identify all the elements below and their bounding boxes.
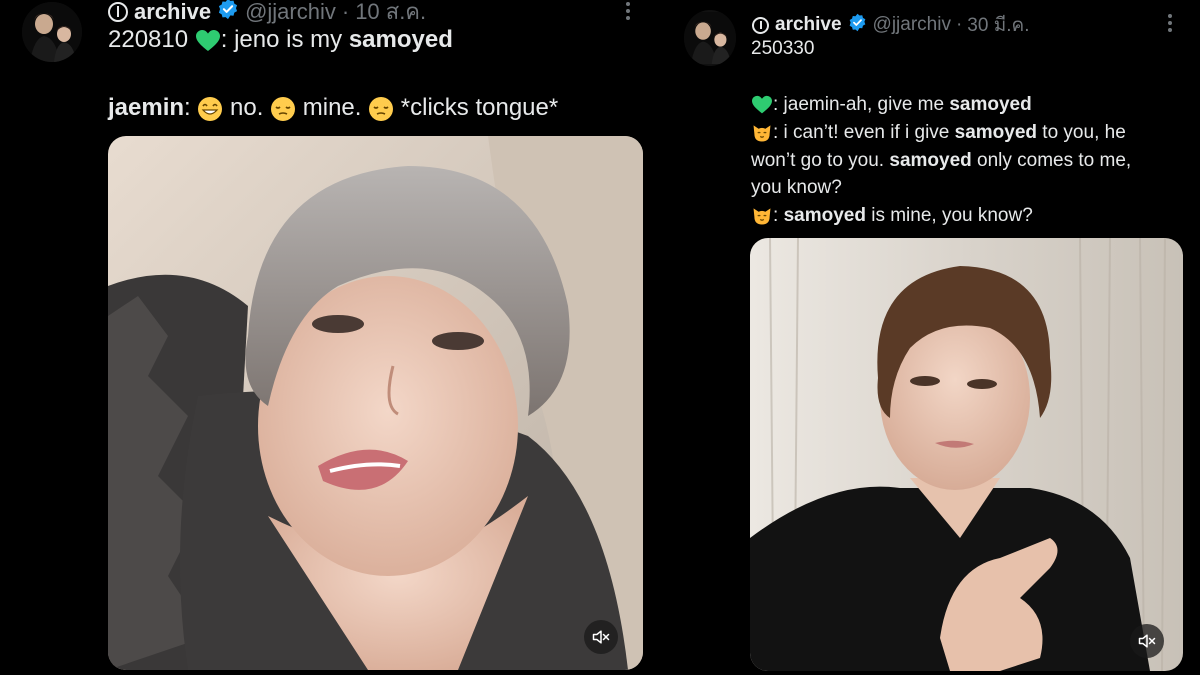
grinning-face-icon [197, 96, 223, 122]
post-text: is mine, you know? [865, 205, 1033, 227]
post-date[interactable]: 30 มี.ค. [967, 10, 1029, 40]
cat-face-icon [751, 122, 773, 144]
green-heart-icon [751, 95, 773, 115]
avatar[interactable] [684, 10, 736, 66]
post-text-bold: samoyed [889, 150, 972, 171]
post-text-bold: samoyed [783, 205, 866, 227]
post-header: archive @jjarchiv · 10 ส.ค. [108, 0, 426, 29]
post-right: archive @jjarchiv · 30 มี.ค. 250330 : ja… [680, 0, 1200, 675]
post-text-line: jaemin: no. mine. *clicks tongue* [108, 94, 558, 122]
muted-speaker-icon [1138, 634, 1156, 648]
post-text-bold: samoyed [949, 94, 1032, 115]
mute-button[interactable] [584, 620, 618, 654]
post-header: archive @jjarchiv · 30 มี.ค. [752, 10, 1030, 40]
video-frame [750, 238, 1183, 671]
relieved-face-icon [270, 96, 296, 122]
post-text-line: : samoyed is mine, you know? [751, 205, 1033, 227]
post-text: : [184, 94, 198, 121]
avatar-image [22, 2, 82, 62]
post-text-line: : i can’t! even if i give samoyed to you… [751, 122, 1126, 144]
post-text: won’t go to you. [751, 150, 890, 171]
post-text-line: won’t go to you. samoyed only comes to m… [751, 150, 1131, 172]
separator: · [955, 14, 963, 35]
post-text: *clicks tongue* [394, 94, 559, 121]
more-icon[interactable] [626, 2, 630, 20]
post-text: to you, he [1037, 122, 1126, 144]
verified-badge-icon [217, 0, 239, 26]
author-handle[interactable]: @jjarchiv [873, 14, 951, 36]
video-player[interactable] [750, 238, 1183, 671]
post-text: no. [223, 94, 271, 121]
relieved-face-icon [368, 96, 394, 122]
author-name[interactable]: archive [134, 0, 211, 25]
cat-face-icon [751, 205, 773, 227]
avatar-image [684, 12, 736, 64]
date-code: 220810 [108, 26, 195, 53]
post-text-line: you know? [751, 177, 842, 198]
verified-badge-icon [848, 13, 867, 38]
author-name[interactable]: archive [775, 14, 842, 36]
post-text-bold: samoyed [348, 26, 453, 53]
info-circle-icon [752, 16, 769, 34]
post-text: : [773, 205, 784, 227]
video-frame [108, 136, 643, 670]
info-circle-icon [108, 1, 128, 22]
post-left: archive @jjarchiv · 10 ส.ค. 220810 : jen… [0, 0, 660, 675]
separator: · [341, 0, 350, 24]
more-icon[interactable] [1168, 14, 1172, 32]
post-text-line: 220810 : jeno is my samoyed [108, 26, 453, 54]
post-text-bold: samoyed [954, 122, 1038, 144]
mute-button[interactable] [1130, 624, 1164, 658]
post-text: : jaemin-ah, give me [773, 94, 950, 115]
video-player[interactable] [108, 136, 643, 670]
post-text: only comes to me, [971, 150, 1132, 171]
author-handle[interactable]: @jjarchiv [245, 0, 336, 25]
post-text: mine. [296, 94, 369, 121]
post-text-line: : jaemin-ah, give me samoyed [751, 94, 1032, 116]
post-text: : i can’t! even if i give [773, 122, 955, 144]
date-code: 250330 [751, 38, 815, 59]
post-text: : jeno is my [220, 26, 349, 53]
green-heart-icon [195, 29, 221, 53]
avatar[interactable] [22, 2, 82, 62]
speaker-name: jaemin [108, 94, 185, 121]
post-date[interactable]: 10 ส.ค. [355, 0, 426, 29]
muted-speaker-icon [592, 630, 610, 644]
